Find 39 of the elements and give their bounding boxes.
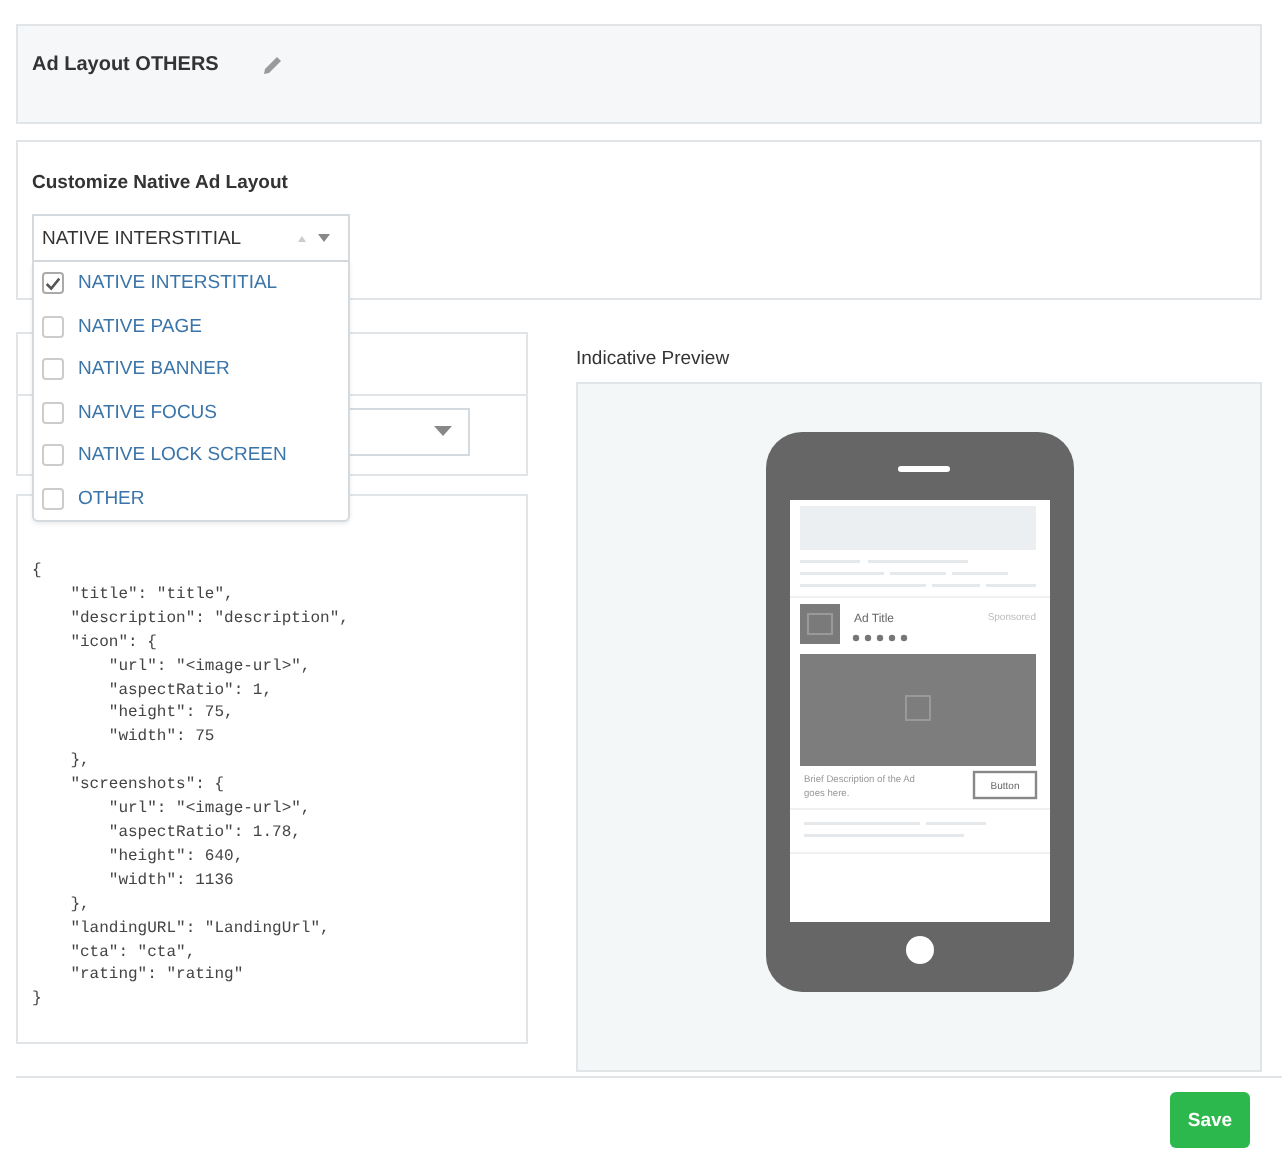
code-line: }, bbox=[68, 893, 92, 918]
option-label[interactable]: NATIVE FOCUS bbox=[78, 401, 217, 424]
layout-select[interactable]: NATIVE INTERSTITIAL bbox=[32, 214, 350, 262]
option-label[interactable]: NATIVE LOCK SCREEN bbox=[78, 444, 287, 467]
code-line: }, bbox=[68, 750, 92, 775]
code-line: "landingURL": "LandingUrl", bbox=[68, 917, 332, 941]
section-label: Customize Native Ad Layout bbox=[32, 172, 290, 194]
code-line: "description": "description", bbox=[68, 607, 351, 632]
option-label[interactable]: NATIVE PAGE bbox=[78, 315, 202, 338]
preview-title: Indicative Preview bbox=[576, 348, 732, 370]
code-line: "rating": "rating" bbox=[68, 964, 246, 989]
checkbox[interactable] bbox=[42, 272, 64, 295]
code-line: "url": "<image-url>", bbox=[106, 655, 313, 680]
code-line: "height": 75, bbox=[106, 702, 236, 727]
sort-caret-icon bbox=[296, 230, 332, 246]
code-line: "height": 640, bbox=[106, 845, 246, 870]
code-line: "url": "<image-url>", bbox=[106, 798, 313, 822]
save-button[interactable]: Save bbox=[1170, 1092, 1250, 1148]
code-line: "width": 75 bbox=[106, 726, 217, 751]
option-label[interactable]: NATIVE BANNER bbox=[78, 358, 230, 381]
checkbox[interactable] bbox=[42, 358, 64, 381]
caret-icon bbox=[434, 426, 452, 438]
option-label[interactable]: NATIVE INTERSTITIAL bbox=[78, 272, 278, 295]
code-line: "aspectRatio": 1.78, bbox=[106, 821, 303, 846]
checkbox[interactable] bbox=[42, 401, 64, 424]
code-line: { bbox=[32, 560, 44, 584]
checkbox[interactable] bbox=[42, 444, 64, 467]
layout-title: Ad Layout OTHERS bbox=[32, 54, 219, 76]
code-line: "width": 1136 bbox=[106, 869, 236, 894]
checkbox[interactable] bbox=[42, 315, 64, 338]
code-line: "title": "title", bbox=[68, 583, 236, 608]
checkbox[interactable] bbox=[42, 487, 64, 510]
code-line: "aspectRatio": 1, bbox=[106, 679, 275, 703]
option-label[interactable]: OTHER bbox=[78, 487, 145, 510]
code-line: "cta": "cta", bbox=[68, 941, 198, 965]
pencil-icon[interactable] bbox=[262, 54, 285, 76]
code-line: "icon": { bbox=[68, 631, 159, 656]
code-line: } bbox=[32, 988, 44, 1013]
code-line: "screenshots": { bbox=[68, 774, 227, 799]
